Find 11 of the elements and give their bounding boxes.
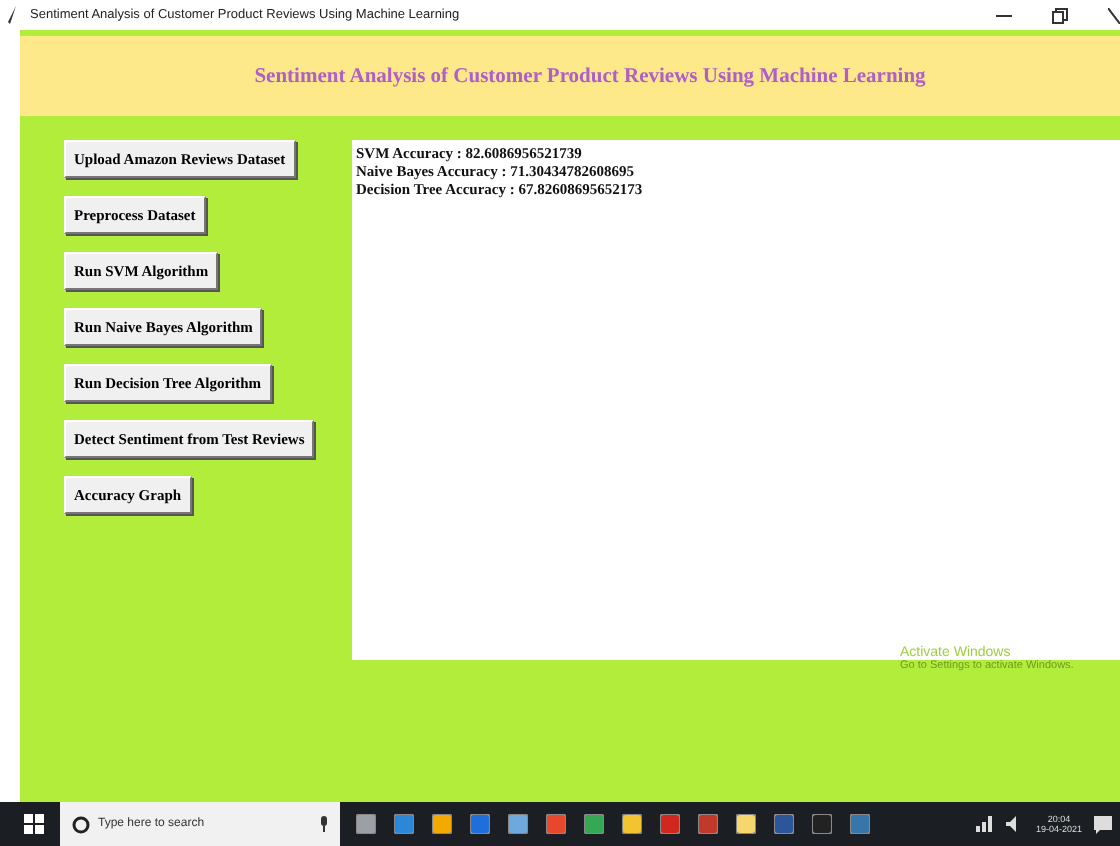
app-title: Sentiment Analysis of Customer Product Reviews Using Machine Learning (254, 65, 926, 87)
windows-icon[interactable] (24, 814, 44, 834)
app-icon[interactable] (736, 814, 756, 834)
app-icon[interactable] (774, 814, 794, 834)
feather-icon (8, 6, 18, 24)
microphone-icon[interactable] (320, 816, 328, 832)
notification-icon[interactable] (1094, 815, 1112, 833)
restore-icon[interactable] (1052, 7, 1068, 23)
app-icon[interactable] (812, 814, 832, 834)
network-icon[interactable] (975, 816, 994, 832)
app-icon[interactable] (622, 814, 642, 834)
